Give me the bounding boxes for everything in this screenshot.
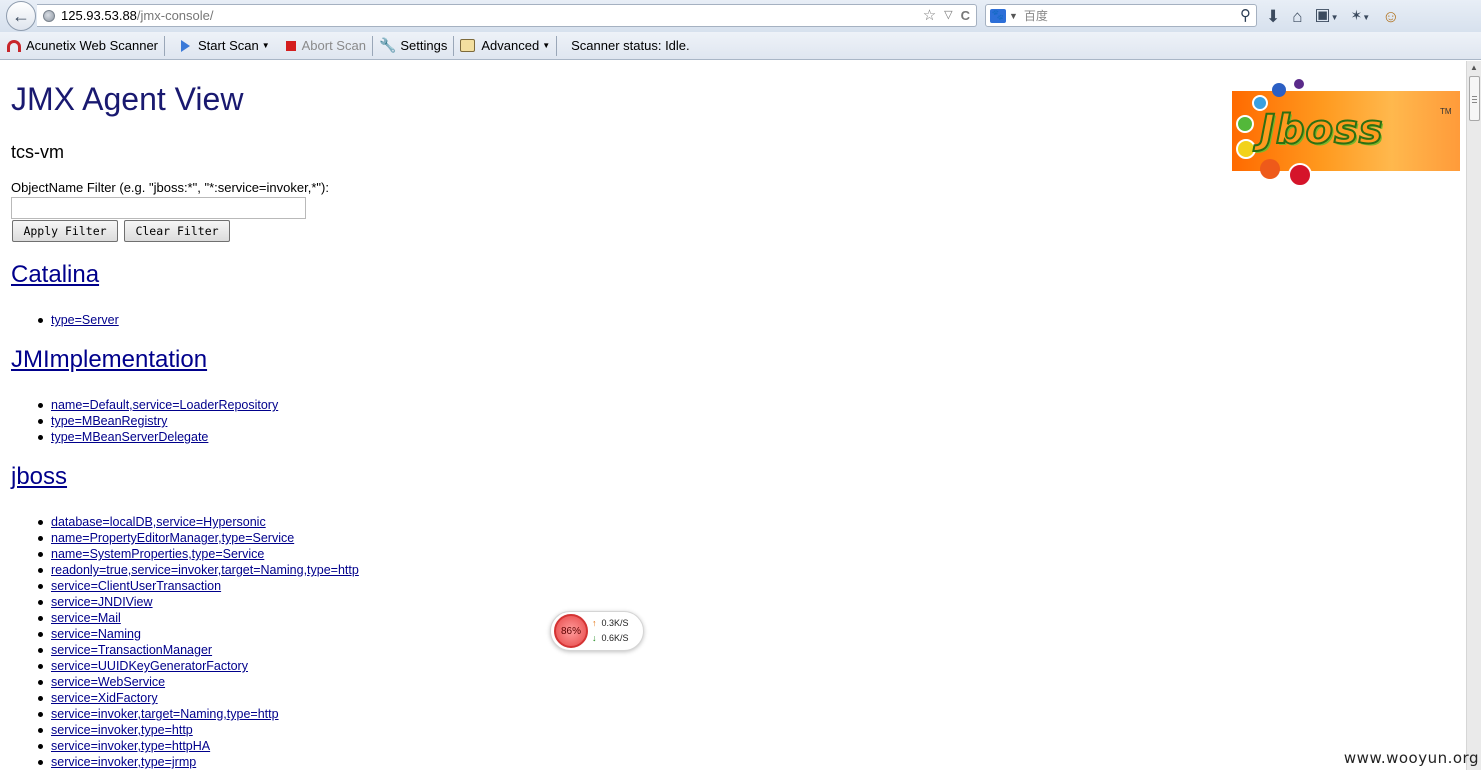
download-speed: ↓ 0.6K/S <box>592 633 629 643</box>
history-dropdown-icon[interactable]: ▽ <box>944 7 952 24</box>
wrench-icon: 🔧 <box>378 37 397 53</box>
home-icon[interactable]: ⌂ <box>1292 7 1302 27</box>
search-bar[interactable]: 🐾 ▼ 百度 ⚲ <box>985 4 1257 27</box>
mbean-link[interactable]: type=Server <box>38 312 119 328</box>
scanner-toolbar: Acunetix Web Scanner Start Scan ▼ Abort … <box>0 32 1481 60</box>
logo-dot <box>1236 115 1254 133</box>
mbean-link[interactable]: service=Mail <box>38 610 359 626</box>
clear-filter-button[interactable]: Clear Filter <box>124 220 230 242</box>
logo-dot <box>1294 79 1304 89</box>
host-name: tcs-vm <box>11 142 64 162</box>
jboss-logo: Jboss TM <box>1232 79 1460 189</box>
search-input[interactable]: 百度 <box>1024 7 1048 24</box>
scanner-status-text: Scanner status: Idle. <box>571 38 690 53</box>
abort-scan-button[interactable]: Abort Scan <box>274 35 370 57</box>
settings-button[interactable]: 🔧 Settings <box>375 35 451 57</box>
play-icon <box>181 39 190 52</box>
mbean-link[interactable]: database=localDB,service=Hypersonic <box>38 514 359 530</box>
mbean-list-jboss: database=localDB,service=Hypersonic name… <box>38 514 359 770</box>
toolbar-separator <box>371 35 373 56</box>
globe-icon <box>43 9 55 22</box>
page-content: JMX Agent View tcs-vm ObjectName Filter … <box>0 61 1466 770</box>
url-path: /jmx-console/ <box>136 8 214 23</box>
mbean-list-catalina: type=Server <box>38 312 119 328</box>
mbean-list-jmimplementation: name=Default,service=LoaderRepository ty… <box>37 397 278 445</box>
download-icon[interactable]: ⬇ <box>1266 7 1280 27</box>
toolbar-separator <box>453 35 455 56</box>
url-host: 125.93.53.88 <box>61 8 137 23</box>
back-arrow-icon: ← <box>12 5 30 26</box>
greasemonkey-icon[interactable]: ☺ <box>1382 7 1399 27</box>
start-scan-label: Start Scan <box>198 38 259 53</box>
stop-icon <box>285 40 296 51</box>
speed-percent-badge: 86% <box>554 614 588 648</box>
objectname-filter-input[interactable] <box>11 197 306 219</box>
chevron-down-icon: ▼ <box>542 41 551 50</box>
logo-dot <box>1272 83 1286 97</box>
domain-link-catalina[interactable]: Catalina <box>11 261 99 289</box>
mbean-link[interactable]: name=PropertyEditorManager,type=Service <box>38 530 359 546</box>
bookmarks-menu-icon[interactable]: ▣▼ <box>1315 5 1339 28</box>
scroll-up-icon[interactable]: ▲ <box>1470 63 1478 72</box>
filter-label: ObjectName Filter (e.g. "jboss:*", "*:se… <box>11 180 329 195</box>
mbean-link[interactable]: name=SystemProperties,type=Service <box>38 546 359 562</box>
toolbar-separator <box>164 35 165 56</box>
logo-trademark: TM <box>1440 107 1452 116</box>
mbean-link[interactable]: service=Naming <box>38 626 359 642</box>
network-speed-widget[interactable]: 86% ↑ 0.3K/S ↓ 0.6K/S <box>550 611 644 651</box>
watermark: www.wooyun.org <box>1343 749 1479 767</box>
bookmark-star-icon[interactable]: ☆ <box>923 7 936 24</box>
settings-label: Settings <box>400 38 448 53</box>
toolbar-separator <box>556 35 558 56</box>
mbean-link[interactable]: type=MBeanServerDelegate <box>37 429 278 445</box>
back-button[interactable]: ← <box>6 1 36 31</box>
acunetix-label: Acunetix Web Scanner <box>26 38 158 53</box>
reload-icon[interactable]: C <box>961 7 970 24</box>
scroll-thumb[interactable] <box>1469 76 1480 121</box>
logo-dot <box>1288 163 1312 187</box>
advanced-button[interactable]: Advanced ▼ <box>456 35 554 57</box>
mbean-link[interactable]: service=JNDIView <box>38 594 359 610</box>
domain-link-jboss[interactable]: jboss <box>11 463 67 491</box>
vertical-scrollbar[interactable]: ▲ <box>1466 61 1481 770</box>
mbean-link[interactable]: type=MBeanRegistry <box>37 413 278 429</box>
mbean-link[interactable]: service=invoker,target=Naming,type=http <box>38 706 359 722</box>
abort-scan-label: Abort Scan <box>301 38 366 53</box>
page-title: JMX Agent View <box>11 81 244 117</box>
acunetix-icon <box>7 39 21 52</box>
scroll-grip-icon <box>1472 96 1477 97</box>
mbean-link[interactable]: service=XidFactory <box>38 690 359 706</box>
search-engine-dropdown-icon[interactable]: ▼ <box>1009 11 1018 21</box>
upload-speed-value: 0.3K/S <box>601 618 629 628</box>
mbean-link[interactable]: service=ClientUserTransaction <box>38 578 359 594</box>
logo-dot <box>1260 159 1280 179</box>
mbean-link[interactable]: service=TransactionManager <box>38 642 359 658</box>
mbean-link[interactable]: name=Default,service=LoaderRepository <box>37 397 278 413</box>
logo-wordmark: Jboss <box>1259 106 1384 154</box>
mbean-link[interactable]: service=invoker,type=httpHA <box>38 738 359 754</box>
search-icon[interactable]: ⚲ <box>1240 6 1251 24</box>
upload-speed: ↑ 0.3K/S <box>592 618 629 628</box>
addon-icon[interactable]: ✶▼ <box>1351 5 1371 28</box>
chevron-down-icon: ▼ <box>261 41 270 50</box>
mbean-link[interactable]: service=UUIDKeyGeneratorFactory <box>38 658 359 674</box>
scanner-status: Scanner status: Idle. <box>559 35 694 57</box>
url-bar[interactable]: 125.93.53.88/jmx-console/ ☆ ▽ C <box>37 4 977 27</box>
acunetix-menu[interactable]: Acunetix Web Scanner <box>0 35 162 57</box>
logo-dot <box>1236 139 1256 159</box>
download-speed-value: 0.6K/S <box>601 633 629 643</box>
mbean-link[interactable]: service=WebService <box>38 674 359 690</box>
baidu-icon[interactable]: 🐾 <box>990 8 1006 23</box>
mbean-link[interactable]: service=invoker,type=jrmp <box>38 754 359 770</box>
advanced-icon <box>460 39 476 52</box>
apply-filter-button[interactable]: Apply Filter <box>12 220 118 242</box>
arrow-up-icon: ↑ <box>592 618 597 628</box>
domain-link-jmimplementation[interactable]: JMImplementation <box>11 346 207 374</box>
arrow-down-icon: ↓ <box>592 633 597 643</box>
mbean-link[interactable]: readonly=true,service=invoker,target=Nam… <box>38 562 359 578</box>
navigation-bar: ← 125.93.53.88/jmx-console/ ☆ ▽ C 🐾 ▼ 百度… <box>0 0 1481 32</box>
mbean-link[interactable]: service=invoker,type=http <box>38 722 359 738</box>
start-scan-button[interactable]: Start Scan ▼ <box>167 35 274 57</box>
advanced-label: Advanced <box>481 38 540 53</box>
